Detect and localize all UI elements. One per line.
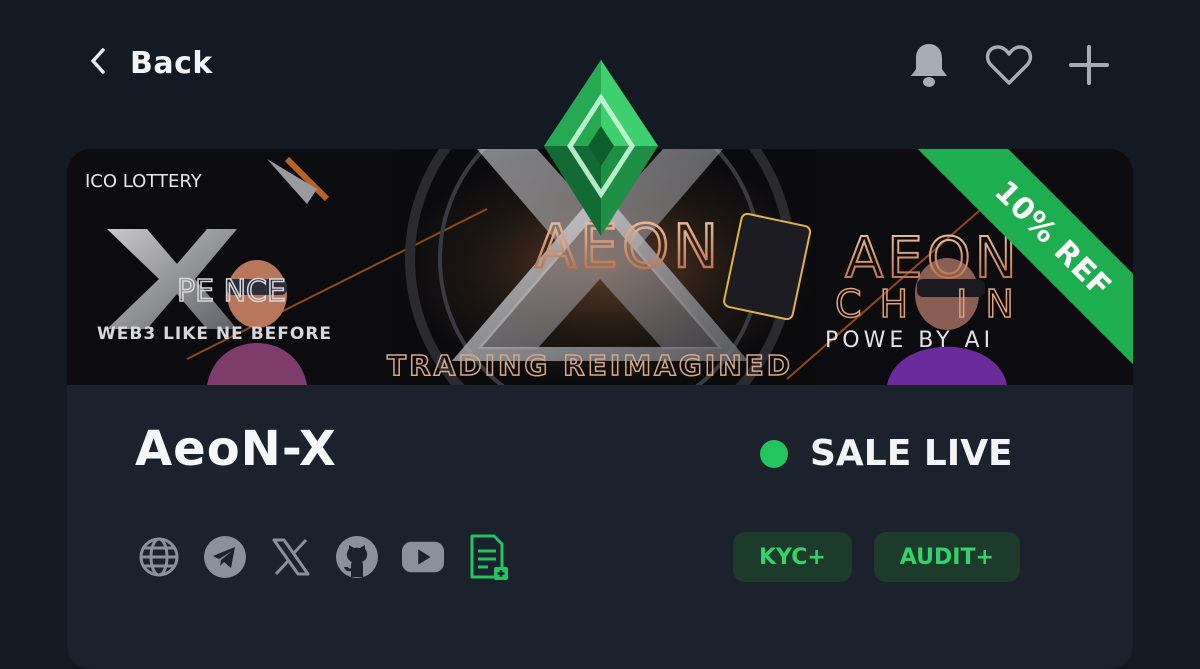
status-text: SALE LIVE [810, 433, 1013, 474]
back-label: Back [130, 45, 213, 81]
referral-ribbon-text: 10% REF [910, 149, 1133, 382]
referral-ribbon: 10% REF [893, 149, 1133, 385]
banner-left-text: WEB3 LIKE NE BEFORE [97, 324, 332, 344]
project-logo [540, 58, 662, 238]
sale-status: SALE LIVE [760, 433, 1013, 474]
kyc-badge[interactable]: KYC+ [733, 532, 852, 582]
youtube-icon[interactable] [401, 534, 445, 580]
audit-badge[interactable]: AUDIT+ [873, 532, 1020, 582]
document-add-icon[interactable] [467, 534, 511, 580]
heart-icon[interactable] [984, 40, 1034, 90]
banner-left-brand: PE NCE [177, 274, 286, 309]
bell-icon[interactable] [904, 40, 954, 90]
chevron-left-icon [88, 47, 108, 79]
x-icon[interactable] [269, 534, 313, 580]
back-button[interactable]: Back [88, 38, 213, 88]
top-actions [904, 40, 1114, 90]
verification-badges: KYC+ AUDIT+ [733, 532, 1020, 582]
status-dot [760, 439, 788, 468]
project-title: AeoN-X [135, 421, 337, 477]
banner-center-tagline: TRADING REIMAGINED [387, 349, 793, 382]
globe-icon[interactable] [137, 534, 181, 580]
telegram-icon[interactable] [203, 534, 247, 580]
plus-icon[interactable] [1064, 40, 1114, 90]
github-icon[interactable] [335, 534, 379, 580]
banner-top-left-text: ICO LOTTERY [85, 171, 203, 192]
social-links [137, 534, 511, 580]
